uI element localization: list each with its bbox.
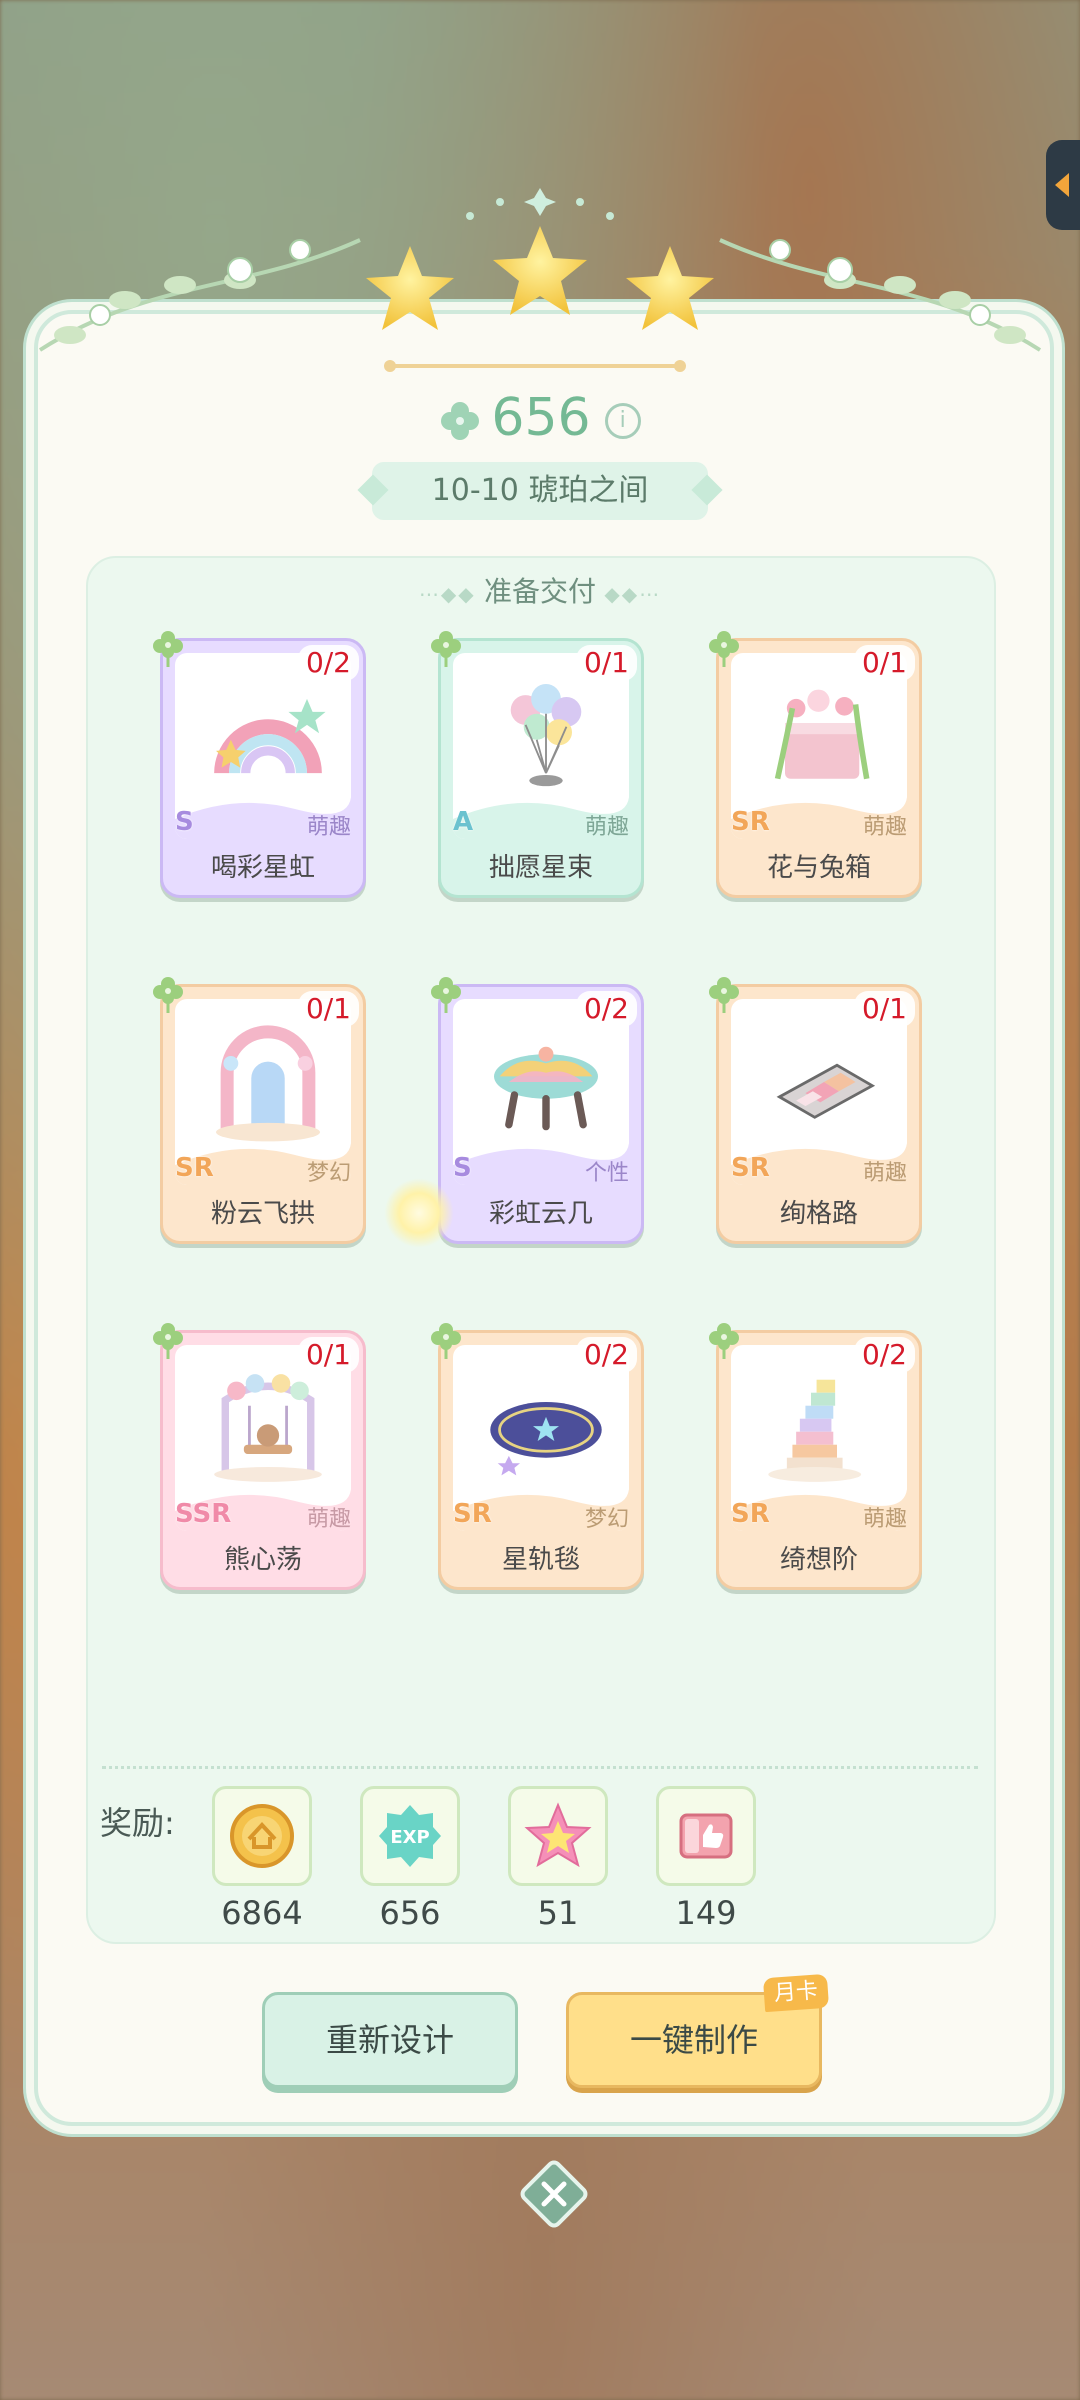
item-name: 拙愿星束 bbox=[488, 853, 593, 883]
rarity-badge: A bbox=[453, 807, 474, 837]
score-value: 656 bbox=[491, 388, 591, 448]
reward-label: 奖励: bbox=[100, 1804, 175, 1842]
item-card[interactable]: 0/1 SR 萌趣 绚格路 bbox=[709, 977, 922, 1244]
item-card[interactable]: 0/2 SR 萌趣 绮想阶 bbox=[709, 1323, 922, 1590]
clover-leaf-icon bbox=[431, 977, 461, 1013]
balloon-bunch-icon bbox=[510, 684, 582, 787]
style-tag: 萌趣 bbox=[306, 815, 351, 840]
item-name: 绮想阶 bbox=[779, 1545, 858, 1575]
item-count: 0/2 bbox=[575, 991, 637, 1027]
item-name: 星轨毯 bbox=[501, 1545, 580, 1575]
rainbow-stairs-icon bbox=[768, 1379, 862, 1482]
stars-underline bbox=[384, 360, 686, 372]
reward-exp[interactable]: EXP 656 bbox=[360, 1786, 460, 1932]
item-name: 绚格路 bbox=[779, 1199, 858, 1229]
style-tag: 梦幻 bbox=[584, 1507, 629, 1532]
reward-thumbs[interactable]: 149 bbox=[656, 1786, 756, 1932]
clover-leaf-icon bbox=[709, 1323, 739, 1359]
item-card[interactable]: 0/2 SR 梦幻 星轨毯 bbox=[431, 1323, 644, 1590]
style-tag: 萌趣 bbox=[862, 1507, 907, 1532]
star-1-icon bbox=[366, 246, 454, 330]
delivery-title: ⋯◆◆ 准备交付 ◆◆⋯ bbox=[418, 575, 662, 608]
item-card[interactable]: 0/1 SSR 萌趣 熊心荡 bbox=[153, 1323, 366, 1590]
clover-leaf-icon bbox=[431, 1323, 461, 1359]
style-tag: 个性 bbox=[584, 1161, 629, 1186]
item-count: 0/1 bbox=[297, 1337, 359, 1373]
clover-leaf-icon bbox=[709, 977, 739, 1013]
item-name: 花与兔箱 bbox=[766, 853, 871, 883]
item-count: 0/1 bbox=[853, 991, 915, 1027]
info-icon[interactable]: i bbox=[604, 403, 641, 439]
clover-leaf-icon bbox=[431, 631, 461, 667]
rarity-badge: SSR bbox=[175, 1499, 232, 1529]
rarity-badge: SR bbox=[731, 1499, 770, 1529]
item-count: 0/2 bbox=[297, 645, 359, 681]
reward-coin[interactable]: 6864 bbox=[212, 1786, 312, 1932]
style-tag: 梦幻 bbox=[306, 1161, 351, 1186]
cloud-arch-icon bbox=[216, 1025, 320, 1142]
coin-icon bbox=[230, 1804, 294, 1868]
side-expand-tab[interactable] bbox=[1046, 140, 1080, 230]
stage-label: 10-10 琥珀之间 bbox=[372, 462, 708, 520]
item-card[interactable]: 0/1 A 萌趣拙愿星束 bbox=[431, 631, 644, 898]
star-rug-icon bbox=[490, 1402, 602, 1476]
item-card[interactable]: 0/2 S 个性彩虹云几 bbox=[431, 977, 644, 1244]
rarity-badge: SR bbox=[731, 807, 770, 837]
rarity-badge: SR bbox=[731, 1153, 770, 1183]
item-count: 0/2 bbox=[853, 1337, 915, 1373]
item-count: 0/2 bbox=[575, 1337, 637, 1373]
score-row: 656 i bbox=[0, 388, 1080, 448]
reward-coin-value: 6864 bbox=[221, 1894, 303, 1932]
clover-icon bbox=[441, 402, 480, 440]
rainbow-arch-icon bbox=[214, 698, 326, 774]
clover-leaf-icon bbox=[153, 1323, 183, 1359]
item-card[interactable]: 0/1 SR 梦幻粉云飞拱 bbox=[153, 977, 366, 1244]
rarity-badge: S bbox=[175, 807, 194, 837]
clover-leaf-icon bbox=[153, 977, 183, 1013]
style-tag: 萌趣 bbox=[862, 815, 907, 840]
item-count: 0/1 bbox=[297, 991, 359, 1027]
star-icon bbox=[524, 1802, 592, 1868]
monthly-card-badge: 月卡 bbox=[762, 1973, 830, 2013]
sparkle-effect bbox=[384, 1178, 454, 1248]
star-2-icon bbox=[493, 226, 587, 315]
rarity-badge: S bbox=[453, 1153, 472, 1183]
reward-star-value: 51 bbox=[537, 1894, 579, 1932]
item-name: 喝彩星虹 bbox=[210, 853, 315, 883]
grid-path-icon bbox=[776, 1063, 876, 1119]
item-name: 粉云飞拱 bbox=[210, 1199, 315, 1229]
close-icon[interactable] bbox=[514, 2154, 594, 2234]
item-count: 0/1 bbox=[853, 645, 915, 681]
item-name: 彩虹云几 bbox=[488, 1199, 593, 1229]
style-tag: 萌趣 bbox=[306, 1507, 351, 1532]
item-card[interactable]: 0/1 SR 萌趣花与兔箱 bbox=[709, 631, 922, 898]
reward-thumbs-value: 149 bbox=[675, 1894, 737, 1932]
exp-icon: EXP bbox=[379, 1805, 441, 1867]
cloud-table-icon bbox=[494, 1046, 598, 1131]
item-count: 0/1 bbox=[575, 645, 637, 681]
rarity-badge: SR bbox=[453, 1499, 492, 1529]
star-3-icon bbox=[626, 246, 714, 330]
item-card[interactable]: 0/2 S 萌趣喝彩星虹 bbox=[153, 631, 366, 898]
reward-divider bbox=[102, 1766, 978, 1769]
reward-star[interactable]: 51 bbox=[508, 1786, 608, 1932]
reward-exp-value: 656 bbox=[379, 1894, 441, 1932]
style-tag: 萌趣 bbox=[584, 815, 629, 840]
style-tag: 萌趣 bbox=[862, 1161, 907, 1186]
svg-text:EXP: EXP bbox=[390, 1827, 429, 1848]
thumbs-up-card-icon bbox=[679, 1813, 733, 1859]
clover-leaf-icon bbox=[709, 631, 739, 667]
redesign-button[interactable]: 重新设计 bbox=[262, 1992, 518, 2088]
bear-swing-icon bbox=[214, 1374, 322, 1482]
item-name: 熊心荡 bbox=[223, 1545, 302, 1575]
clover-leaf-icon bbox=[153, 631, 183, 667]
rarity-badge: SR bbox=[175, 1153, 214, 1183]
flower-box-icon bbox=[774, 689, 870, 780]
three-star-rating bbox=[366, 188, 714, 330]
